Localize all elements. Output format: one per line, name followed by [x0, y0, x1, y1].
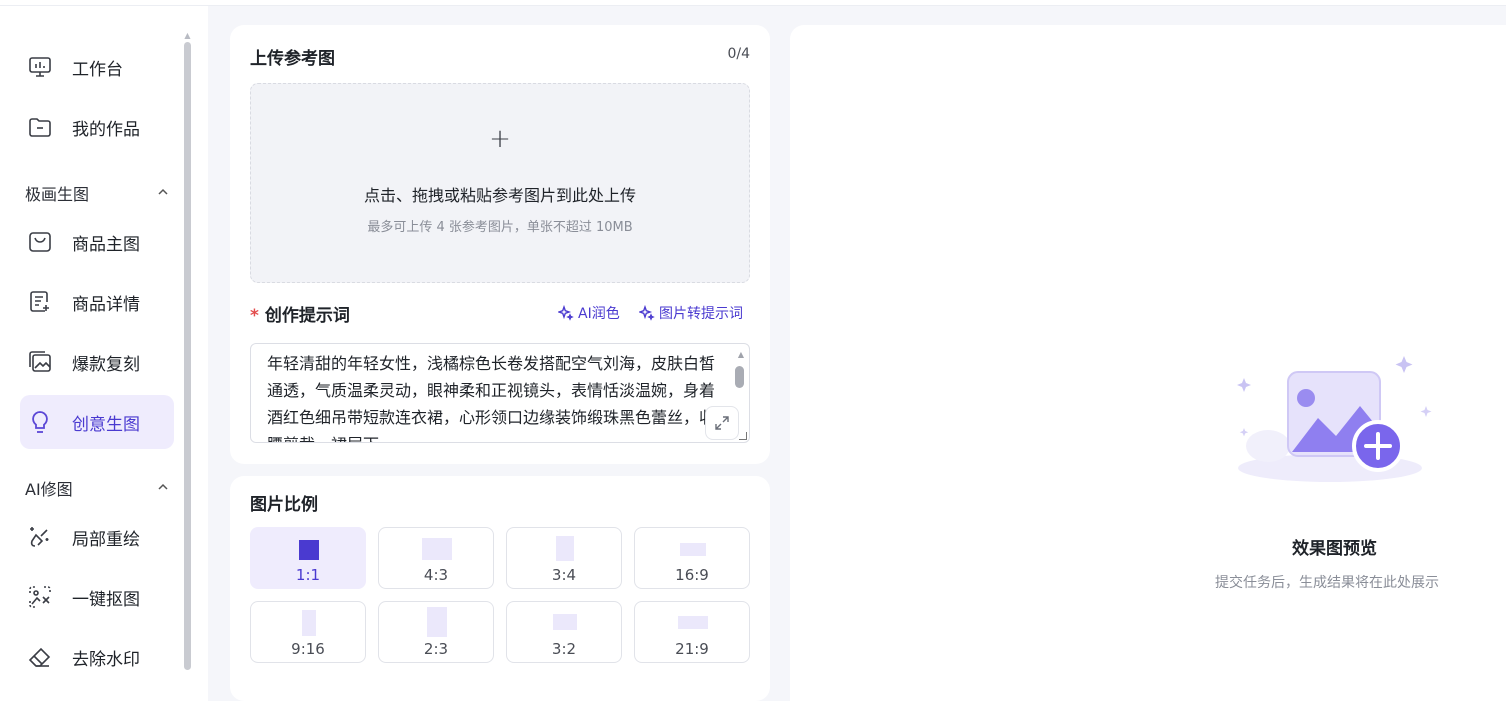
sidebar-item-label: 去除水印: [72, 649, 140, 670]
folder-icon: [26, 113, 54, 141]
ratio-option-9-16[interactable]: 9:16: [250, 601, 366, 663]
ratio-option-1-1[interactable]: 1:1: [250, 527, 366, 589]
expand-icon: [715, 416, 729, 430]
ratio-option-21-9[interactable]: 21:9: [634, 601, 750, 663]
sparkle-icon: [639, 305, 655, 321]
required-mark: *: [250, 306, 259, 326]
ai-polish-label: AI润色: [578, 306, 620, 322]
sidebar-item-hit-replicate[interactable]: 爆款复刻: [20, 335, 174, 389]
scroll-up-arrow-icon[interactable]: ▲: [184, 32, 191, 40]
ratio-option-4-3[interactable]: 4:3: [378, 527, 494, 589]
upload-dropzone[interactable]: + 点击、拖拽或粘贴参考图片到此处上传 最多可上传 4 张参考图片，单张不超过 …: [250, 83, 750, 283]
sidebar-item-label: 创意生图: [72, 414, 140, 435]
ratio-shape-icon: [302, 610, 316, 636]
ratio-label: 4:3: [423, 566, 449, 584]
sidebar-item-product-main[interactable]: 商品主图: [20, 215, 174, 269]
sidebar-item-label: 商品主图: [72, 234, 140, 255]
ratio-option-3-2[interactable]: 3:2: [506, 601, 622, 663]
prompt-text[interactable]: 年轻清甜的年轻女性，浅橘棕色长卷发搭配空气刘海，皮肤白皙通透，气质温柔灵动，眼神…: [267, 350, 727, 442]
ratio-label: 2:3: [423, 640, 449, 658]
ratio-label: 3:4: [551, 566, 577, 584]
ratio-shape-icon: [680, 543, 706, 556]
sidebar-item-label: 一键抠图: [72, 589, 140, 610]
prompt-textarea[interactable]: 年轻清甜的年轻女性，浅橘棕色长卷发搭配空气刘海，皮肤白皙通透，气质温柔灵动，眼神…: [250, 343, 750, 443]
ratio-label: 3:2: [551, 640, 577, 658]
textarea-scroll-up-icon[interactable]: ▲: [738, 350, 744, 359]
ratio-shape-icon: [422, 538, 452, 560]
sidebar-item-my-works[interactable]: 我的作品: [20, 100, 174, 154]
expand-button[interactable]: [705, 406, 739, 440]
eraser-icon: [26, 643, 54, 671]
detail-doc-icon: [26, 288, 54, 316]
sidebar-item-watermark-remove[interactable]: 去除水印: [20, 630, 174, 684]
ratio-option-16-9[interactable]: 16:9: [634, 527, 750, 589]
group-header-ai-retouch[interactable]: AI修图: [25, 474, 170, 502]
textarea-scrollbar-thumb[interactable]: [735, 366, 744, 388]
ai-polish-button[interactable]: AI润色: [558, 303, 620, 323]
ratio-shape-icon: [299, 540, 319, 560]
preview-title: 效果图预览: [1292, 539, 1377, 559]
ratio-shape-icon: [556, 536, 574, 561]
sidebar-item-label: 工作台: [72, 59, 123, 80]
resize-grip-icon[interactable]: [739, 432, 747, 440]
image-to-prompt-label: 图片转提示词: [659, 306, 743, 322]
sidebar-item-creative[interactable]: 创意生图: [20, 395, 174, 449]
sidebar-item-inpaint[interactable]: 局部重绘: [20, 510, 174, 564]
sidebar-item-label: 我的作品: [72, 119, 140, 140]
ratio-title: 图片比例: [250, 495, 318, 515]
plus-icon: +: [489, 124, 511, 154]
upload-prompt-card: 上传参考图 0/4 + 点击、拖拽或粘贴参考图片到此处上传 最多可上传 4 张参…: [230, 25, 770, 464]
group-header-jihua[interactable]: 极画生图: [25, 179, 170, 207]
ratio-label: 16:9: [675, 566, 709, 584]
shopping-bag-icon: [26, 228, 54, 256]
chevron-up-icon: [156, 479, 170, 498]
ratio-label: 21:9: [675, 640, 709, 658]
ratio-label: 9:16: [291, 640, 325, 658]
upload-instruction: 点击、拖拽或粘贴参考图片到此处上传: [363, 186, 636, 205]
magic-brush-icon: [26, 523, 54, 551]
ratio-shape-icon: [553, 614, 577, 630]
lightbulb-icon: [26, 408, 54, 436]
ratio-label: 1:1: [295, 566, 321, 584]
ratio-option-3-4[interactable]: 3:4: [506, 527, 622, 589]
gallery-copy-icon: [26, 348, 54, 376]
ratio-shape-icon: [678, 616, 708, 629]
top-bar: [0, 0, 1506, 6]
ratio-card: 图片比例 1:1 4:3 3:4 16:9 9:16 2:3 3:2 21:9: [230, 476, 770, 701]
sidebar-item-product-detail[interactable]: 商品详情: [20, 275, 174, 329]
chevron-up-icon: [156, 184, 170, 203]
preview-illustration-icon: [1230, 350, 1440, 490]
sidebar-item-workbench[interactable]: 工作台: [20, 40, 174, 94]
prompt-label: * 创作提示词: [250, 301, 350, 326]
sidebar-item-label: 商品详情: [72, 294, 140, 315]
upload-limit-hint: 最多可上传 4 张参考图片，单张不超过 10MB: [367, 220, 633, 235]
prompt-title: 创作提示词: [264, 306, 350, 326]
sidebar-item-label: 局部重绘: [72, 529, 140, 550]
group-title: 极画生图: [25, 185, 90, 204]
preview-subtitle: 提交任务后，生成结果将在此处展示: [1215, 575, 1439, 591]
sidebar-item-label: 爆款复刻: [72, 354, 140, 375]
sparkle-icon: [558, 305, 574, 321]
monitor-icon: [26, 53, 54, 81]
cutout-icon: [26, 583, 54, 611]
upload-title: 上传参考图: [250, 49, 335, 69]
upload-counter: 0/4: [727, 46, 750, 62]
image-to-prompt-button[interactable]: 图片转提示词: [639, 303, 743, 323]
sidebar: 工作台 我的作品 极画生图 商品主图 商品详情 爆款复刻 创意生图 AI修图 局…: [0, 6, 208, 701]
ratio-shape-icon: [427, 607, 447, 637]
group-title: AI修图: [25, 480, 73, 499]
sidebar-item-cutout[interactable]: 一键抠图: [20, 570, 174, 624]
ratio-option-2-3[interactable]: 2:3: [378, 601, 494, 663]
sidebar-scrollbar-thumb[interactable]: [184, 42, 191, 670]
